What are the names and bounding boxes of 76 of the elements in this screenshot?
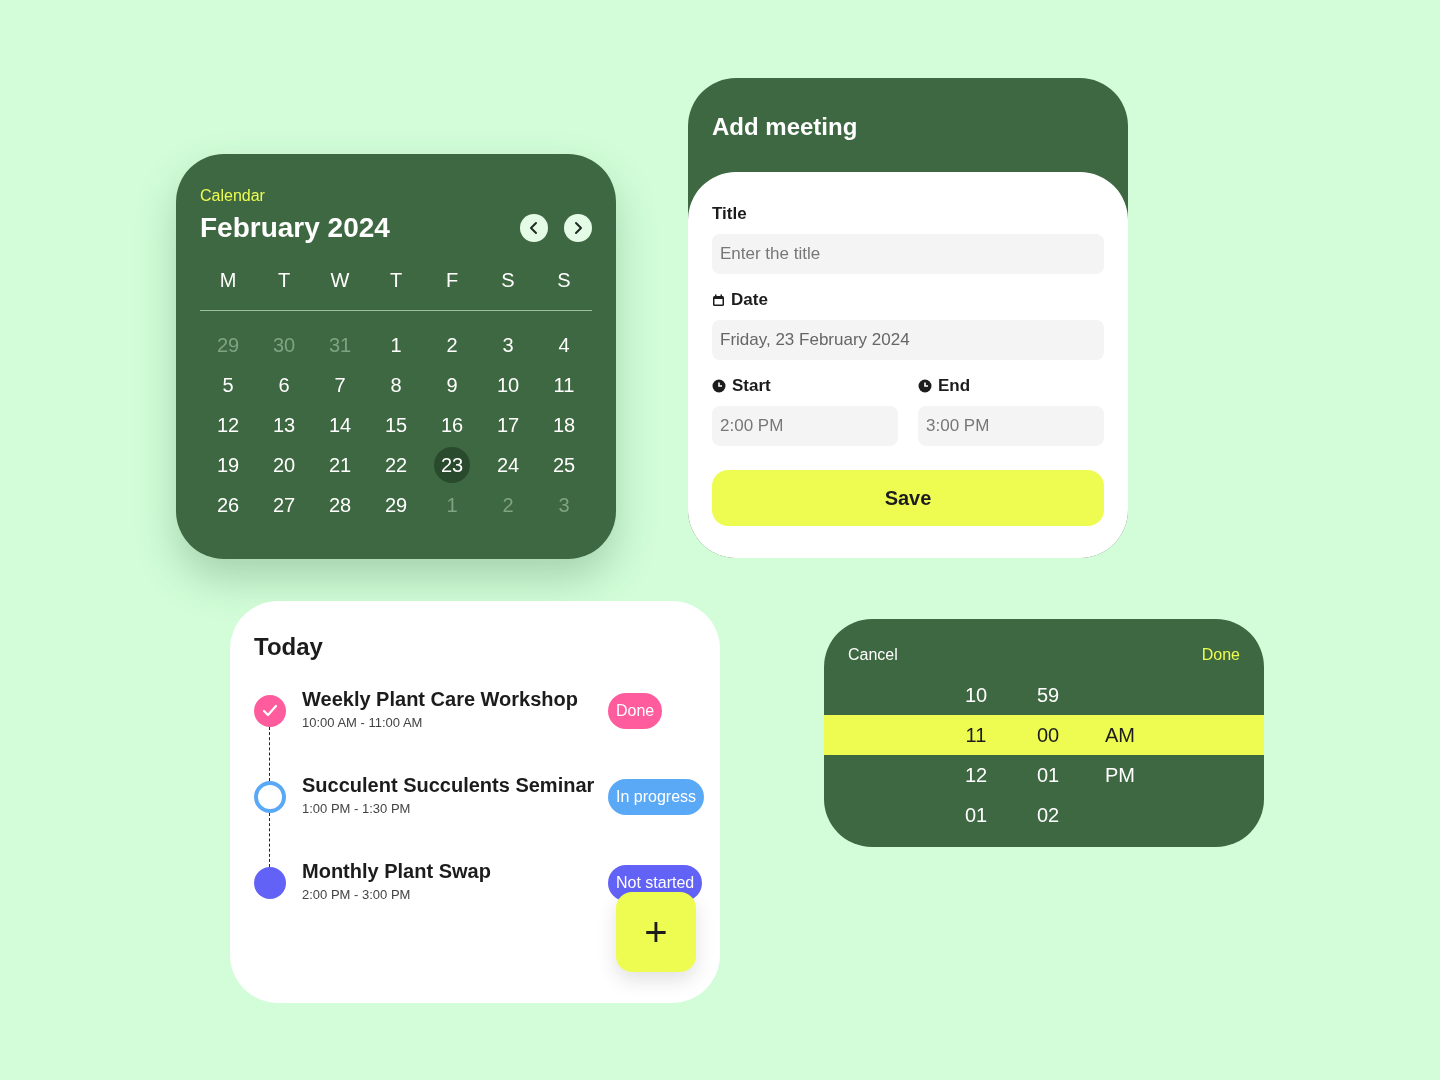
next-month-button[interactable]	[564, 214, 592, 242]
weekday-label: T	[277, 268, 291, 293]
day-cell[interactable]: 22	[378, 447, 414, 483]
cancel-button[interactable]: Cancel	[848, 643, 898, 667]
time-value[interactable]: 59	[1036, 680, 1060, 710]
weekday-label: M	[219, 268, 237, 293]
time-field[interactable]: 3:00 PM	[918, 406, 1104, 446]
weekday-label: W	[330, 268, 350, 293]
day-cell[interactable]: 27	[266, 487, 302, 523]
day-cell[interactable]: 11	[546, 367, 582, 403]
day-cell[interactable]: 28	[322, 487, 358, 523]
time-value[interactable]: 11	[965, 720, 987, 750]
day-cell[interactable]: 7	[322, 367, 358, 403]
day-cell[interactable]: 5	[210, 367, 246, 403]
day-cell[interactable]: 20	[266, 447, 302, 483]
day-cell[interactable]: 1	[378, 327, 414, 363]
previous-month-button[interactable]	[520, 214, 548, 242]
selected-time-row[interactable]: 11 00 AM	[824, 715, 1264, 755]
add-meeting-title: Add meeting	[711, 112, 859, 142]
day-cell[interactable]: 2	[434, 327, 470, 363]
day-cell[interactable]: 9	[434, 367, 470, 403]
status-badge: In progress	[608, 779, 705, 815]
day-cell[interactable]: 26	[210, 487, 246, 523]
day-cell[interactable]: 6	[266, 367, 302, 403]
event-time: 1:00 PM - 1:30 PM	[302, 800, 412, 818]
time-value[interactable]: PM	[1105, 760, 1135, 790]
day-cell[interactable]: 23	[434, 447, 470, 483]
weekday-label: S	[501, 268, 515, 293]
day-cell[interactable]: 21	[322, 447, 358, 483]
weekday-label: S	[557, 268, 571, 293]
day-cell[interactable]: 4	[546, 327, 582, 363]
event-title: Monthly Plant Swap	[302, 859, 492, 884]
weekday-label: T	[389, 268, 403, 293]
time-field[interactable]: 2:00 PM	[712, 406, 898, 446]
day-cell[interactable]: 14	[322, 407, 358, 443]
time-value[interactable]: 02	[1036, 800, 1060, 830]
time-value[interactable]: 01	[1036, 760, 1060, 790]
day-cell[interactable]: 12	[210, 407, 246, 443]
field-label: End	[938, 375, 971, 398]
time-value[interactable]: 01	[964, 800, 988, 830]
time-value[interactable]: 12	[964, 760, 988, 790]
calendar-icon	[712, 293, 725, 307]
day-cell[interactable]: 19	[210, 447, 246, 483]
day-cell[interactable]: 17	[490, 407, 526, 443]
day-cell[interactable]: 15	[378, 407, 414, 443]
title-field[interactable]: Enter the title	[712, 234, 1104, 274]
calendar-label: Calendar	[200, 186, 266, 206]
field-label: Start	[732, 375, 771, 398]
field-label: Date	[731, 289, 768, 312]
weekday-label: F	[445, 268, 459, 293]
clock-icon	[918, 379, 932, 393]
day-cell[interactable]: 25	[546, 447, 582, 483]
day-cell[interactable]: 16	[434, 407, 470, 443]
today-title: Today	[254, 632, 324, 662]
day-cell[interactable]: 24	[490, 447, 526, 483]
day-cell[interactable]: 29	[378, 487, 414, 523]
event-time: 2:00 PM - 3:00 PM	[302, 886, 412, 904]
clock-icon	[712, 379, 726, 393]
day-cell[interactable]: 8	[378, 367, 414, 403]
done-button[interactable]: Done	[1201, 643, 1240, 667]
time-value[interactable]: 00	[1036, 720, 1060, 750]
day-cell[interactable]: 3	[490, 327, 526, 363]
day-cell[interactable]: 18	[546, 407, 582, 443]
day-cell[interactable]: 13	[266, 407, 302, 443]
event-title: Weekly Plant Care Workshop	[302, 687, 579, 712]
month-title: February 2024	[200, 211, 390, 245]
time-value[interactable]: 10	[964, 680, 988, 710]
event-title: Succulent Succulents Seminar	[302, 773, 596, 798]
field-label: Title	[712, 203, 747, 226]
save-button[interactable]: Save	[712, 470, 1104, 526]
add-button[interactable]: +	[616, 892, 696, 972]
date-field[interactable]: Friday, 23 February 2024	[712, 320, 1104, 360]
event-time: 10:00 AM - 11:00 AM	[302, 714, 424, 732]
status-badge: Done	[608, 693, 663, 729]
time-value[interactable]: AM	[1105, 720, 1135, 750]
day-cell[interactable]: 10	[490, 367, 526, 403]
